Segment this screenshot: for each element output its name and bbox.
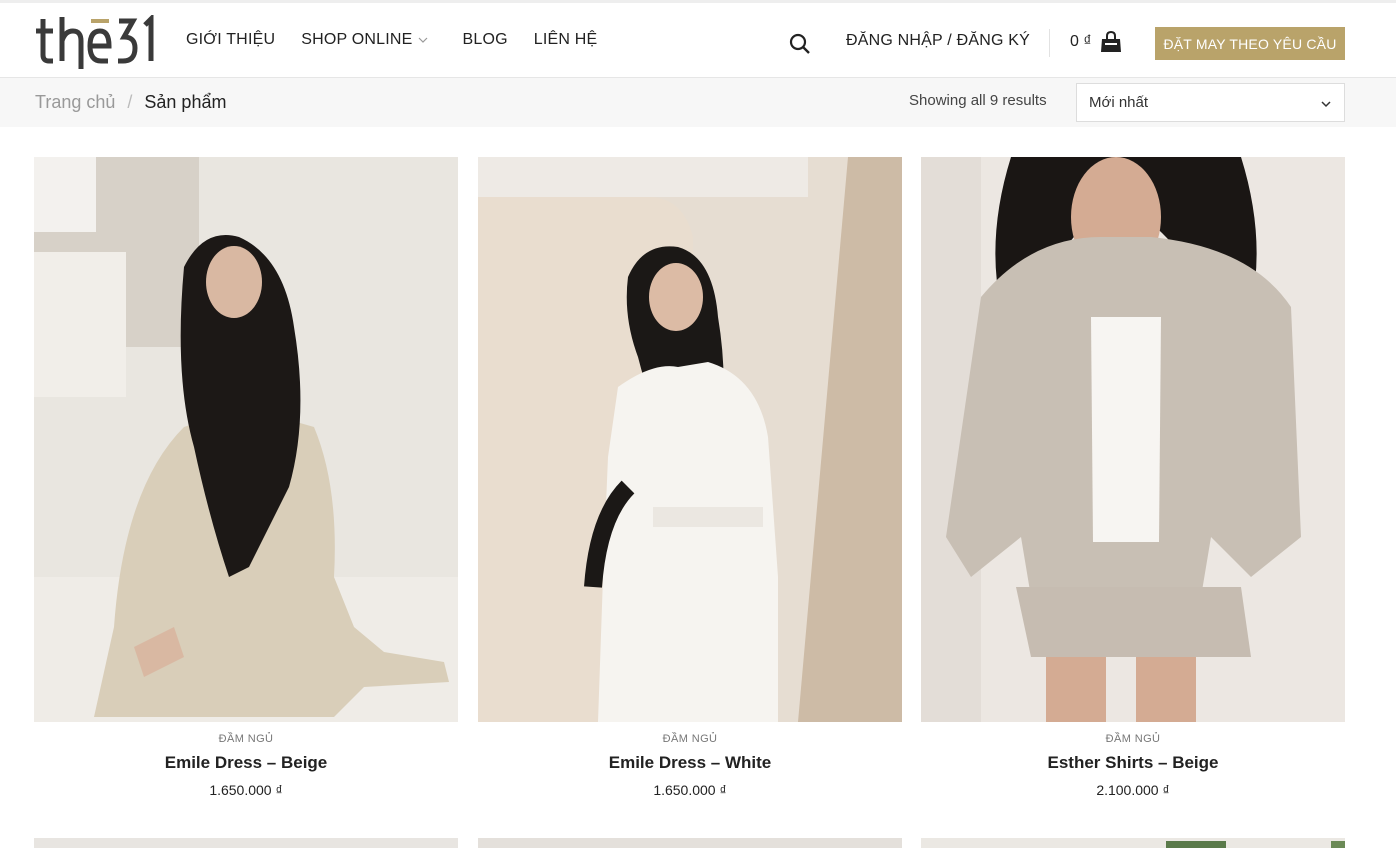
nav-item-lien-he[interactable]: LIÊN HỆ bbox=[534, 31, 598, 49]
product-category: ĐẦM NGỦ bbox=[1105, 733, 1161, 745]
breadcrumb: Trang chủ / Sản phẩm bbox=[35, 92, 226, 113]
product-category: ĐẦM NGỦ bbox=[662, 733, 718, 745]
product-card: ĐẦM NGỦ Esther Shirts – Beige 2.100.000 … bbox=[921, 157, 1345, 798]
results-count: Showing all 9 results bbox=[909, 92, 1047, 109]
product-image[interactable] bbox=[478, 157, 902, 722]
custom-tailoring-button[interactable]: ĐẶT MAY THEO YÊU CẦU bbox=[1155, 27, 1345, 60]
nav-item-label: SHOP ONLINE bbox=[301, 31, 413, 48]
breadcrumb-current: Sản phẩm bbox=[144, 92, 227, 112]
cart-button[interactable]: 0 ₫ bbox=[1070, 31, 1122, 53]
product-price: 2.100.000 ₫ bbox=[1096, 782, 1170, 798]
site-header: GIỚI THIỆU SHOP ONLINE BLOG LIÊN HỆ ĐĂNG… bbox=[0, 0, 1396, 78]
product-image-preview[interactable] bbox=[478, 838, 902, 848]
product-card: ĐẦM NGỦ Emile Dress – White 1.650.000 ₫ bbox=[478, 157, 902, 798]
nav-item-blog[interactable]: BLOG bbox=[463, 31, 508, 49]
product-card: ĐẦM NGỦ Emile Dress – Beige 1.650.000 ₫ bbox=[34, 157, 458, 798]
product-category: ĐẦM NGỦ bbox=[218, 733, 274, 745]
product-price: 1.650.000 ₫ bbox=[209, 782, 283, 798]
nav-item-gioi-thieu[interactable]: GIỚI THIỆU bbox=[186, 31, 275, 49]
product-image[interactable] bbox=[34, 157, 458, 722]
breadcrumb-separator: / bbox=[127, 92, 133, 112]
product-name[interactable]: Emile Dress – Beige bbox=[34, 753, 458, 773]
cart-amount: 0 ₫ bbox=[1070, 33, 1092, 50]
main-nav: GIỚI THIỆU SHOP ONLINE BLOG LIÊN HỆ bbox=[186, 31, 597, 49]
plant-leaves-graphic bbox=[1166, 841, 1345, 848]
nav-item-shop-online[interactable]: SHOP ONLINE bbox=[301, 31, 428, 49]
sort-selected-value: Mới nhất bbox=[1089, 94, 1149, 111]
header-divider bbox=[1049, 29, 1050, 57]
sort-select[interactable]: Mới nhất bbox=[1076, 83, 1345, 122]
product-name[interactable]: Esther Shirts – Beige bbox=[921, 753, 1345, 773]
product-price: 1.650.000 ₫ bbox=[653, 782, 727, 798]
login-register-link[interactable]: ĐĂNG NHẬP / ĐĂNG KÝ bbox=[846, 32, 1030, 50]
shopping-bag-icon bbox=[1100, 31, 1121, 52]
chevron-down-icon bbox=[418, 37, 427, 43]
search-icon[interactable] bbox=[789, 33, 811, 55]
product-image[interactable] bbox=[921, 157, 1345, 722]
chevron-down-icon bbox=[1321, 101, 1331, 108]
product-image-preview[interactable] bbox=[921, 838, 1345, 848]
product-name[interactable]: Emile Dress – White bbox=[478, 753, 902, 773]
brand-logo[interactable] bbox=[35, 15, 157, 69]
product-image-preview[interactable] bbox=[34, 838, 458, 848]
breadcrumb-home-link[interactable]: Trang chủ bbox=[35, 92, 115, 113]
